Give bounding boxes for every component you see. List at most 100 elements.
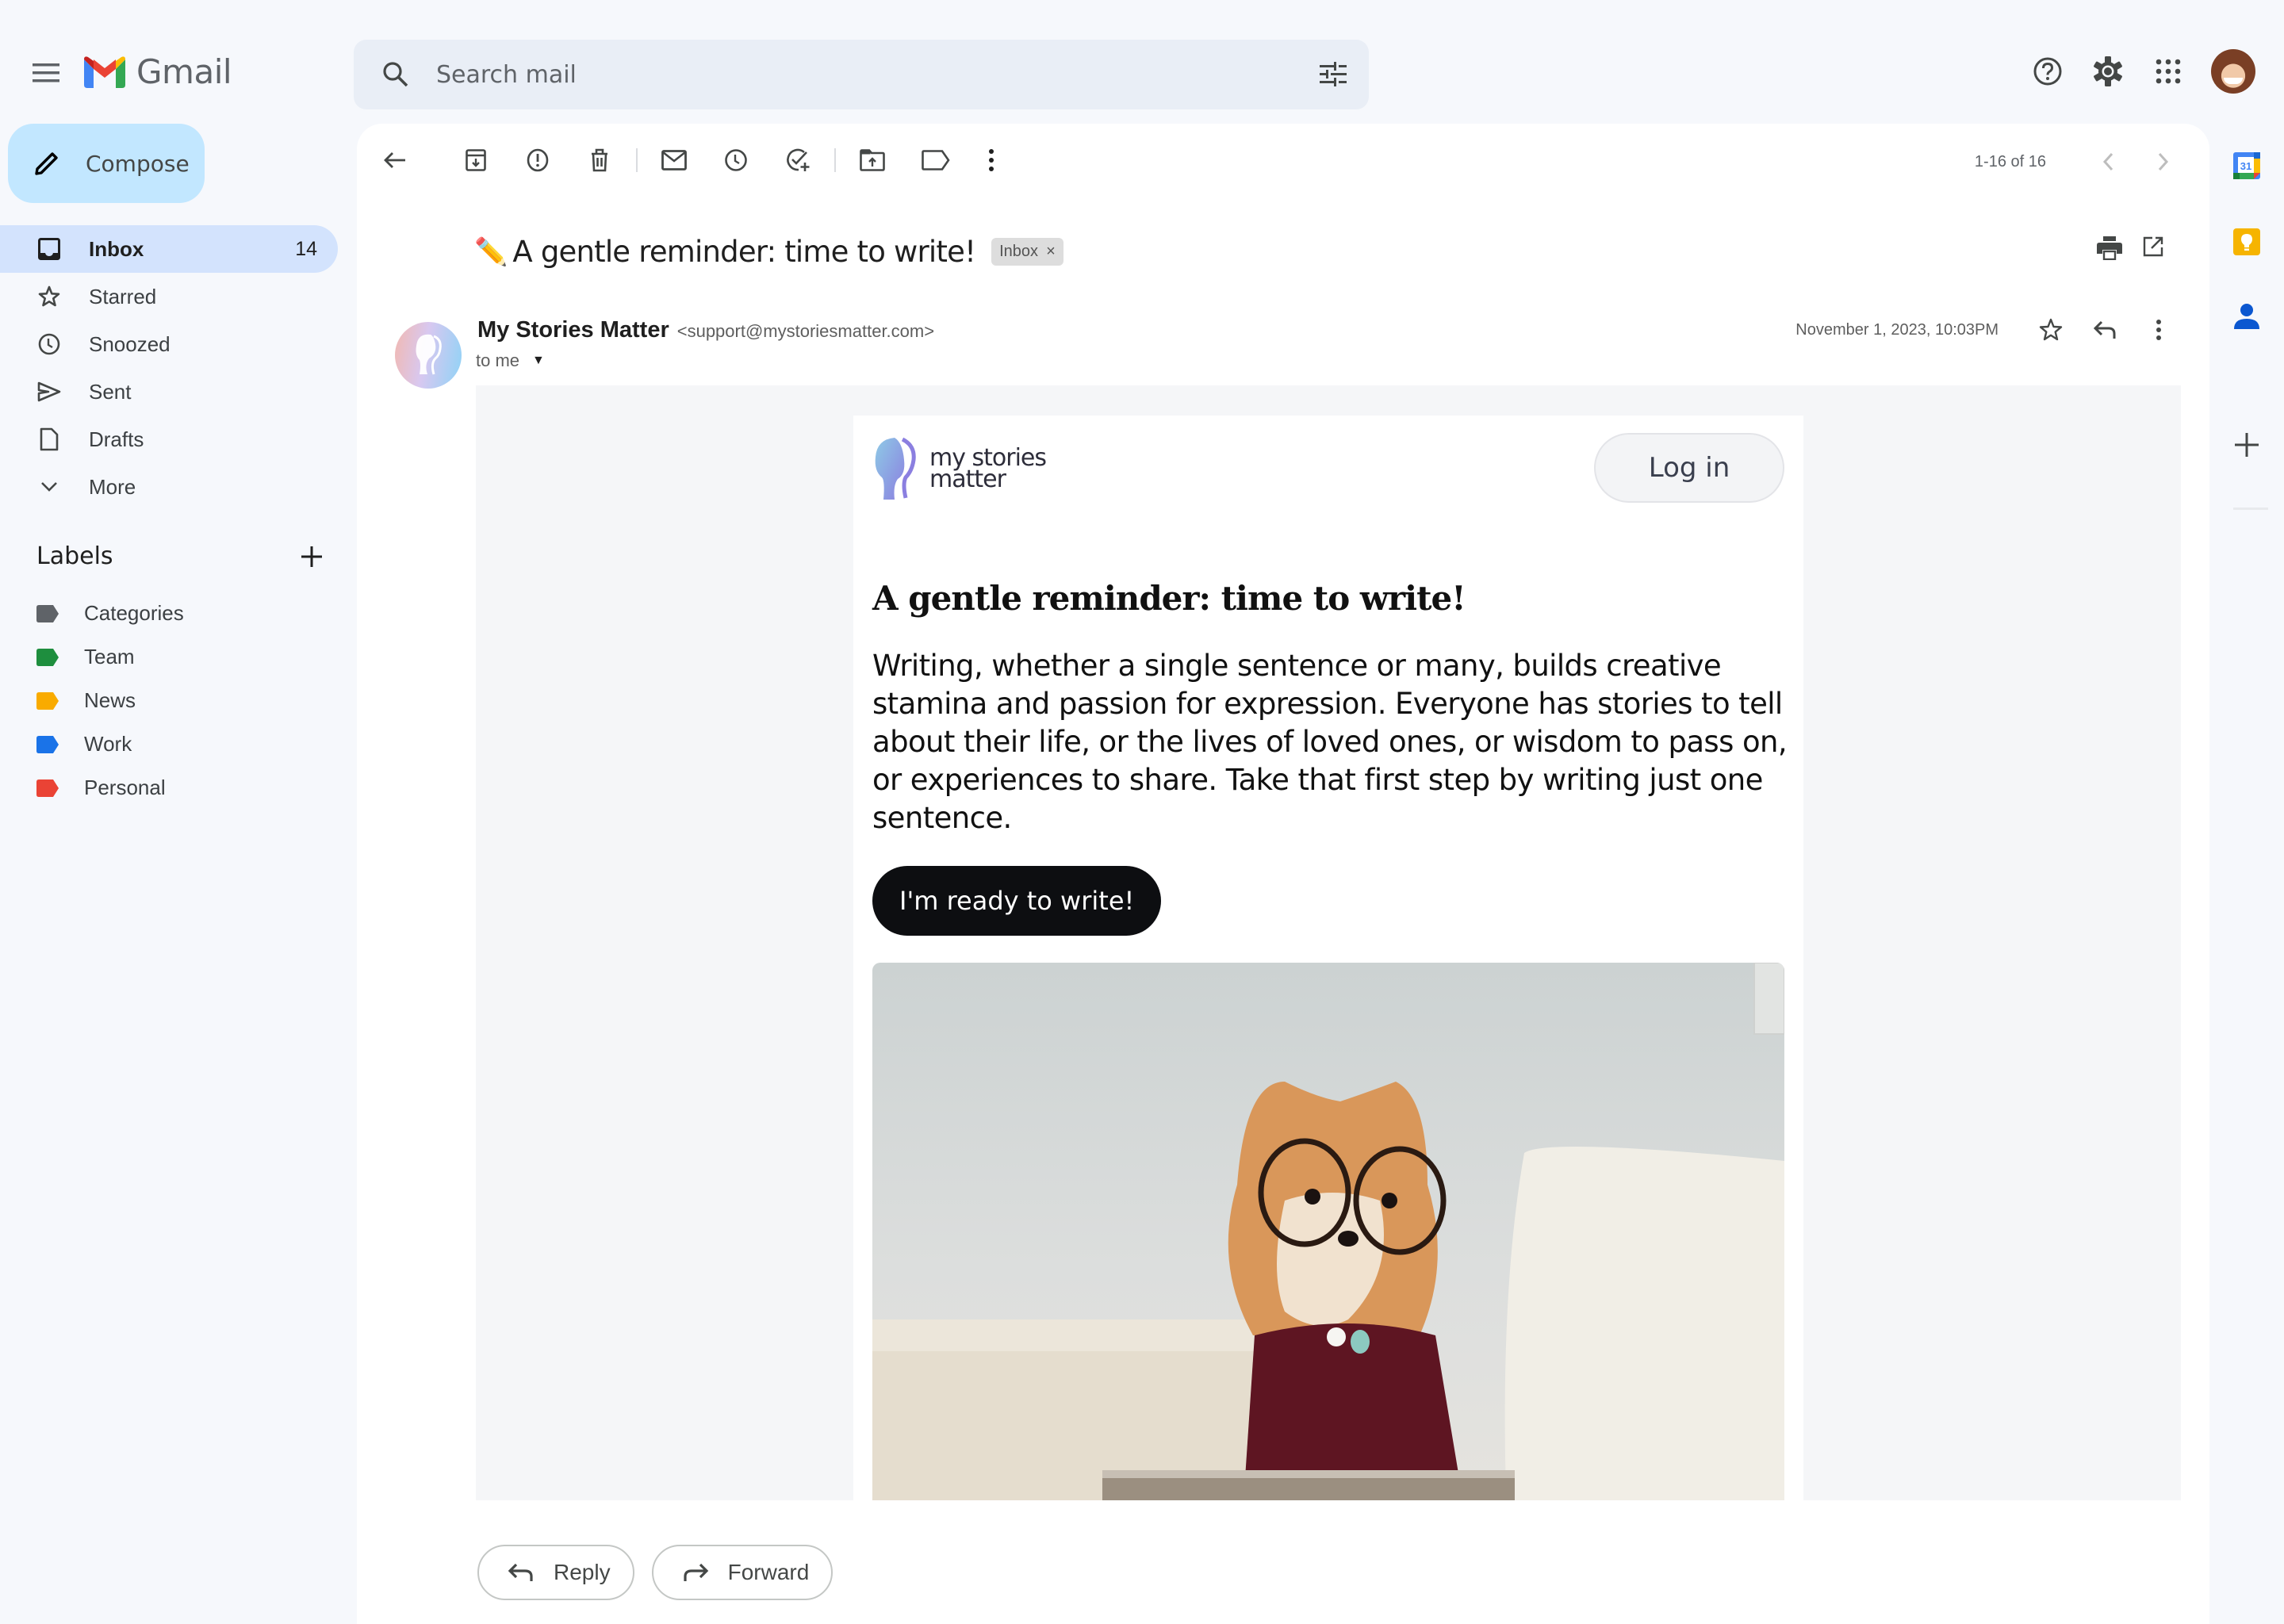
label-name: Work [84, 732, 132, 756]
settings-button[interactable] [2084, 48, 2132, 95]
brand-line-2: matter [929, 465, 1006, 493]
label-item-work[interactable]: Work [0, 722, 338, 766]
label-item-categories[interactable]: Categories [0, 592, 338, 635]
newsletter-card: my stories matter Log in A gentle remind… [853, 416, 1803, 1500]
sender-info: My Stories Matter <support@mystoriesmatt… [477, 317, 934, 343]
sidebar-item-inbox[interactable]: Inbox 14 [0, 225, 338, 273]
snooze-button[interactable] [715, 140, 757, 181]
sender-name: My Stories Matter [477, 317, 669, 343]
chip-label: Inbox [999, 243, 1039, 260]
get-addons-button[interactable] [2230, 428, 2263, 462]
message-view: 1-16 of 16 ✏️ A gentle reminder: time to… [357, 124, 2209, 1624]
label-name: Categories [84, 601, 184, 625]
newer-button[interactable] [2087, 141, 2129, 182]
account-avatar[interactable] [2211, 49, 2255, 94]
plus-icon [301, 546, 322, 567]
labels-title: Labels [36, 542, 113, 570]
add-to-tasks-button[interactable] [777, 140, 818, 181]
label-item-personal[interactable]: Personal [0, 766, 338, 810]
compose-button[interactable]: Compose [8, 124, 205, 203]
trash-icon [592, 148, 607, 172]
sidebar-item-snoozed[interactable]: Snoozed [0, 320, 338, 368]
more-options-button[interactable] [971, 140, 1012, 181]
more-vert-icon [2156, 320, 2161, 340]
report-spam-button[interactable] [517, 140, 558, 181]
message-date: November 1, 2023, 10:03PM [1795, 320, 1998, 339]
labels-header: Labels [36, 542, 322, 570]
open-in-new-window-button[interactable] [2143, 236, 2163, 260]
older-button[interactable] [2143, 141, 2184, 182]
archive-button[interactable] [455, 140, 496, 181]
gmail-m-icon [84, 56, 125, 88]
subject-text: A gentle reminder: time to write! [512, 235, 976, 269]
recipients-text: to me [476, 350, 520, 370]
sender-avatar[interactable] [395, 322, 462, 389]
star-button[interactable] [2029, 308, 2073, 352]
create-label-button[interactable] [301, 546, 322, 567]
sidebar-item-label: Sent [89, 379, 132, 404]
email-paragraph: Writing, whether a single sentence or ma… [872, 649, 1788, 835]
calendar-app-button[interactable]: 31 [2230, 149, 2263, 182]
sidebar-item-starred[interactable]: Starred [0, 273, 338, 320]
sidebar-item-label: Snoozed [89, 331, 171, 356]
reply-icon [2093, 320, 2116, 339]
recipients-toggle[interactable]: to me ▼ [476, 350, 545, 371]
report-spam-icon [527, 148, 549, 172]
message-subject: ✏️ A gentle reminder: time to write! Inb… [474, 235, 1063, 269]
chevron-right-icon [2158, 152, 2169, 171]
label-tag-icon [36, 691, 59, 710]
draft-icon [32, 427, 67, 451]
search-icon[interactable] [382, 61, 409, 88]
login-button[interactable]: Log in [1594, 433, 1784, 503]
labels-list: Categories Team News Work Personal [0, 592, 338, 810]
label-item-team[interactable]: Team [0, 635, 338, 679]
search-bar [354, 40, 1369, 109]
plus-icon [2235, 433, 2259, 457]
sidebar-item-sent[interactable]: Sent [0, 368, 338, 416]
side-panel-divider [2233, 508, 2268, 510]
remove-label-button[interactable]: × [1046, 243, 1056, 261]
reply-button[interactable] [2083, 308, 2127, 352]
forward-pill-button[interactable]: Forward [651, 1545, 834, 1600]
search-input[interactable] [436, 51, 1320, 98]
app-name: Gmail [136, 52, 232, 91]
sidebar-item-drafts[interactable]: Drafts [0, 416, 338, 463]
google-contacts-icon [2234, 304, 2259, 329]
mark-unread-button[interactable] [653, 140, 695, 181]
print-button[interactable] [2097, 236, 2122, 260]
label-tag-icon [36, 735, 59, 753]
star-icon [2039, 318, 2063, 341]
search-options-icon[interactable] [1320, 62, 1347, 87]
keep-app-button[interactable] [2230, 225, 2263, 259]
reply-actions: Reply Forward [477, 1545, 834, 1600]
help-button[interactable] [2024, 48, 2071, 95]
forward-icon [683, 1563, 708, 1581]
label-name: News [84, 688, 136, 712]
message-toolbar: 1-16 of 16 [357, 124, 2209, 197]
delete-button[interactable] [579, 140, 620, 181]
label-item-news[interactable]: News [0, 679, 338, 722]
main-menu-button[interactable] [29, 56, 63, 90]
move-to-button[interactable] [852, 140, 893, 181]
message-more-button[interactable] [2136, 308, 2181, 352]
sender-email: <support@mystoriesmatter.com> [676, 321, 935, 341]
label-tag-icon [36, 604, 59, 622]
sidebar-item-more[interactable]: More [0, 463, 338, 511]
compose-label: Compose [86, 150, 190, 177]
ready-to-write-button[interactable]: I'm ready to write! [872, 866, 1162, 936]
toolbar-divider [834, 148, 836, 172]
label-name: Team [84, 645, 135, 668]
gmail-logo[interactable]: Gmail [84, 52, 232, 91]
label-tag-icon [36, 779, 59, 797]
pagination-text: 1-16 of 16 [1974, 152, 2046, 170]
more-vert-icon [989, 149, 994, 171]
label-button[interactable] [915, 140, 956, 181]
brand-logo[interactable]: my stories matter [871, 436, 1047, 501]
pencil-icon [35, 152, 58, 175]
dog-image [872, 963, 1784, 1500]
back-button[interactable] [374, 140, 416, 181]
contacts-app-button[interactable] [2230, 300, 2263, 333]
reply-pill-button[interactable]: Reply [477, 1545, 634, 1600]
move-to-folder-icon [860, 149, 885, 171]
apps-button[interactable] [2144, 48, 2192, 95]
